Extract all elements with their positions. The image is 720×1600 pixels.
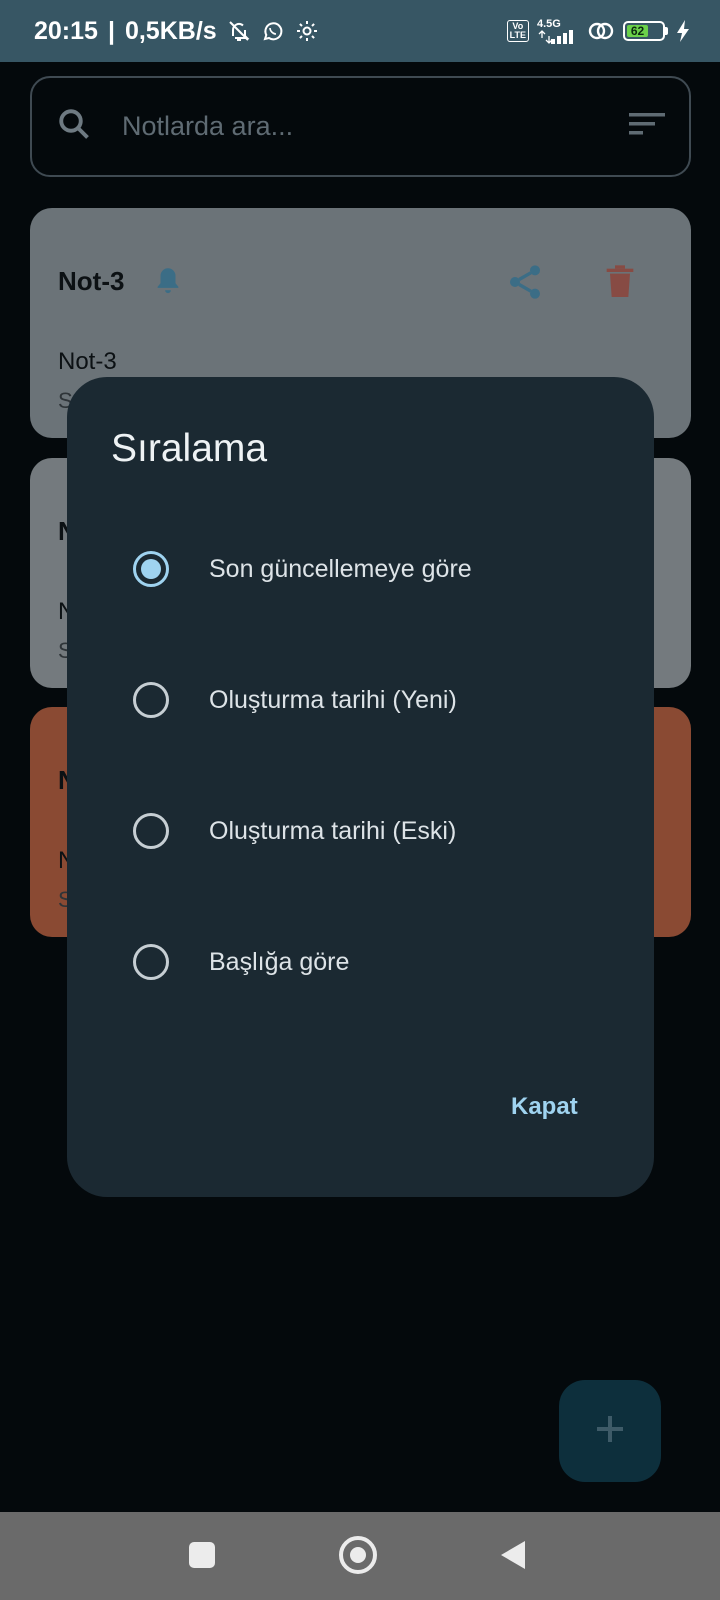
- dialog-title: Sıralama: [111, 427, 268, 470]
- whatsapp-icon: [261, 19, 285, 43]
- radio-button[interactable]: [133, 813, 169, 849]
- option-label: Oluşturma tarihi (Eski): [209, 816, 457, 845]
- bell-icon: [154, 266, 182, 301]
- plus-icon: [595, 1414, 625, 1449]
- note-title: Not-3: [58, 266, 125, 296]
- status-separator: |: [107, 16, 115, 45]
- note-body: Not-3: [58, 348, 117, 375]
- sort-option-title[interactable]: Başlığa göre: [133, 922, 613, 1002]
- hotspot-icon: [587, 19, 615, 43]
- status-bar: 20:15 | 0,5KB/s Vo LTE 4.5G 62: [0, 0, 720, 62]
- status-right: Vo LTE 4.5G 62: [506, 17, 690, 44]
- status-left: 20:15 | 0,5KB/s: [34, 17, 319, 46]
- search-bar[interactable]: Notlarda ara...: [30, 76, 691, 177]
- option-label: Başlığa göre: [209, 947, 350, 976]
- network-type: 4.5G: [537, 17, 561, 30]
- gear-icon: [295, 19, 319, 43]
- option-label: Oluşturma tarihi (Yeni): [209, 685, 457, 714]
- battery-icon: 62: [623, 21, 668, 41]
- radio-button[interactable]: [133, 944, 169, 980]
- radio-button[interactable]: [133, 551, 169, 587]
- back-icon[interactable]: [499, 1539, 527, 1576]
- volte-icon: Vo LTE: [506, 20, 529, 42]
- add-note-button[interactable]: [559, 1380, 661, 1482]
- close-button[interactable]: Kapat: [507, 1085, 582, 1129]
- home-icon[interactable]: [339, 1536, 377, 1574]
- option-label: Son güncellemeye göre: [209, 554, 472, 583]
- battery-level: 62: [627, 24, 649, 38]
- search-input[interactable]: Notlarda ara...: [122, 111, 629, 142]
- sort-dialog: Sıralama Son güncellemeye göre Oluşturma…: [67, 377, 654, 1197]
- navigation-bar: [0, 1512, 720, 1600]
- status-net-speed: 0,5KB/s: [124, 16, 217, 45]
- bell-off-icon: [227, 19, 251, 43]
- share-icon[interactable]: [505, 262, 545, 307]
- sort-option-created-oldest[interactable]: Oluşturma tarihi (Eski): [133, 791, 613, 871]
- charging-icon: [676, 20, 690, 42]
- sort-option-last-updated[interactable]: Son güncellemeye göre: [133, 529, 613, 609]
- radio-button[interactable]: [133, 682, 169, 718]
- signal-group: 4.5G: [537, 17, 579, 44]
- signal-icon: [537, 29, 579, 44]
- status-time: 20:15: [34, 16, 98, 45]
- recents-icon[interactable]: [189, 1542, 215, 1568]
- search-icon: [56, 106, 92, 147]
- volte-bottom: LTE: [509, 30, 526, 40]
- delete-icon[interactable]: [600, 262, 640, 307]
- sort-option-created-newest[interactable]: Oluşturma tarihi (Yeni): [133, 660, 613, 740]
- sort-icon[interactable]: [629, 109, 665, 144]
